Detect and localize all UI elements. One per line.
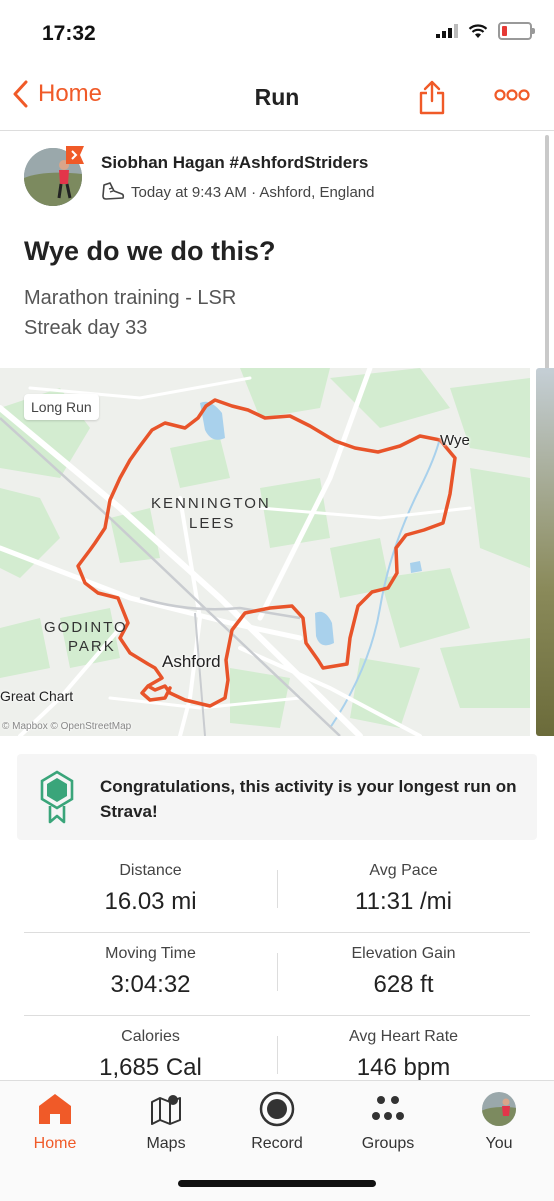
record-icon [259,1091,295,1127]
map-place-wye: Wye [440,432,470,449]
back-label: Home [38,80,103,107]
maps-icon [151,1095,181,1125]
tab-groups[interactable]: Groups [333,1089,443,1153]
stats-row-1: Distance 16.03 mi Avg Pace 11:31 /mi [24,850,530,933]
achievement-text: Congratulations, this activity is your l… [100,777,517,821]
home-indicator[interactable] [178,1180,376,1187]
stat-label: Distance [119,862,182,879]
map-label-park: PARK [68,638,116,655]
stats-row-2: Moving Time 3:04:32 Elevation Gain 628 f… [24,933,530,1016]
stat-value: 628 ft [373,971,434,998]
more-options-button[interactable] [494,88,530,107]
map-tag: Long Run [24,394,99,420]
status-time: 17:32 [42,22,96,45]
activity-title: Wye do we do this? [24,236,276,266]
tab-label: Groups [361,1135,415,1152]
signal-icon [436,24,458,38]
achievement-badge-icon [40,770,74,824]
stat-distance: Distance 16.03 mi [24,850,277,916]
stat-value: 1,685 Cal [99,1054,202,1081]
stat-value: 16.03 mi [104,888,197,915]
stat-avg-pace: Avg Pace 11:31 /mi [277,850,530,916]
achievement-card[interactable]: Congratulations, this activity is your l… [17,754,537,840]
map-attribution[interactable]: © Mapbox © OpenStreetMap [2,721,131,732]
activity-meta: Today at 9:43 AM · Ashford, England [101,182,375,202]
athlete-name[interactable]: Siobhan Hagan #AshfordStriders [101,153,368,173]
stat-label: Avg Pace [369,862,438,879]
share-button[interactable] [418,79,446,120]
stat-avg-heart-rate: Avg Heart Rate 146 bpm [277,1016,530,1082]
stat-label: Elevation Gain [351,945,456,962]
map-label-kennington: KENNINGTON [151,495,271,512]
route-map[interactable] [0,368,530,736]
stat-value: 11:31 /mi [355,888,452,915]
map-label-lees: LEES [189,515,236,532]
tab-maps[interactable]: Maps [111,1089,221,1153]
chevron-left-icon [13,80,28,108]
stat-value: 3:04:32 [110,971,191,998]
wifi-icon [468,23,488,38]
groups-icon [372,1096,404,1120]
activity-time-location: Today at 9:43 AM · Ashford, England [131,183,375,201]
map-canvas [0,368,530,736]
avatar [482,1092,516,1126]
stat-moving-time: Moving Time 3:04:32 [24,933,277,999]
battery-icon [498,22,535,40]
tab-record[interactable]: Record [222,1089,332,1153]
description-line-1: Marathon training - LSR [24,287,237,309]
map-place-ashford: Ashford [162,652,221,671]
scroll-indicator[interactable] [545,135,549,370]
stat-label: Moving Time [105,945,196,962]
status-icons [436,22,535,40]
summit-badge-icon [66,146,84,164]
stat-value: 146 bpm [356,1054,451,1081]
tab-label: Maps [146,1135,186,1152]
more-icon [494,89,530,101]
stat-label: Avg Heart Rate [348,1028,459,1045]
next-photo-preview[interactable] [536,368,554,736]
stat-elevation-gain: Elevation Gain 628 ft [277,933,530,999]
map-label-godinton: GODINTON [44,619,126,636]
shoe-icon [102,182,125,200]
tab-home[interactable]: Home [0,1089,110,1153]
stat-calories: Calories 1,685 Cal [24,1016,277,1082]
map-place-great-chart: Great Chart [0,688,74,704]
status-bar: 17:32 [0,0,554,66]
tab-label: Home [33,1135,77,1152]
share-icon [419,80,445,115]
tab-you[interactable]: You [444,1089,554,1153]
stat-label: Calories [121,1028,180,1045]
tab-label: Record [251,1135,303,1152]
home-icon [39,1094,71,1124]
back-button[interactable]: Home [12,80,102,108]
tab-label: You [485,1135,513,1152]
description-line-2: Streak day 33 [24,317,148,339]
nav-bar: Home Run [0,66,554,131]
